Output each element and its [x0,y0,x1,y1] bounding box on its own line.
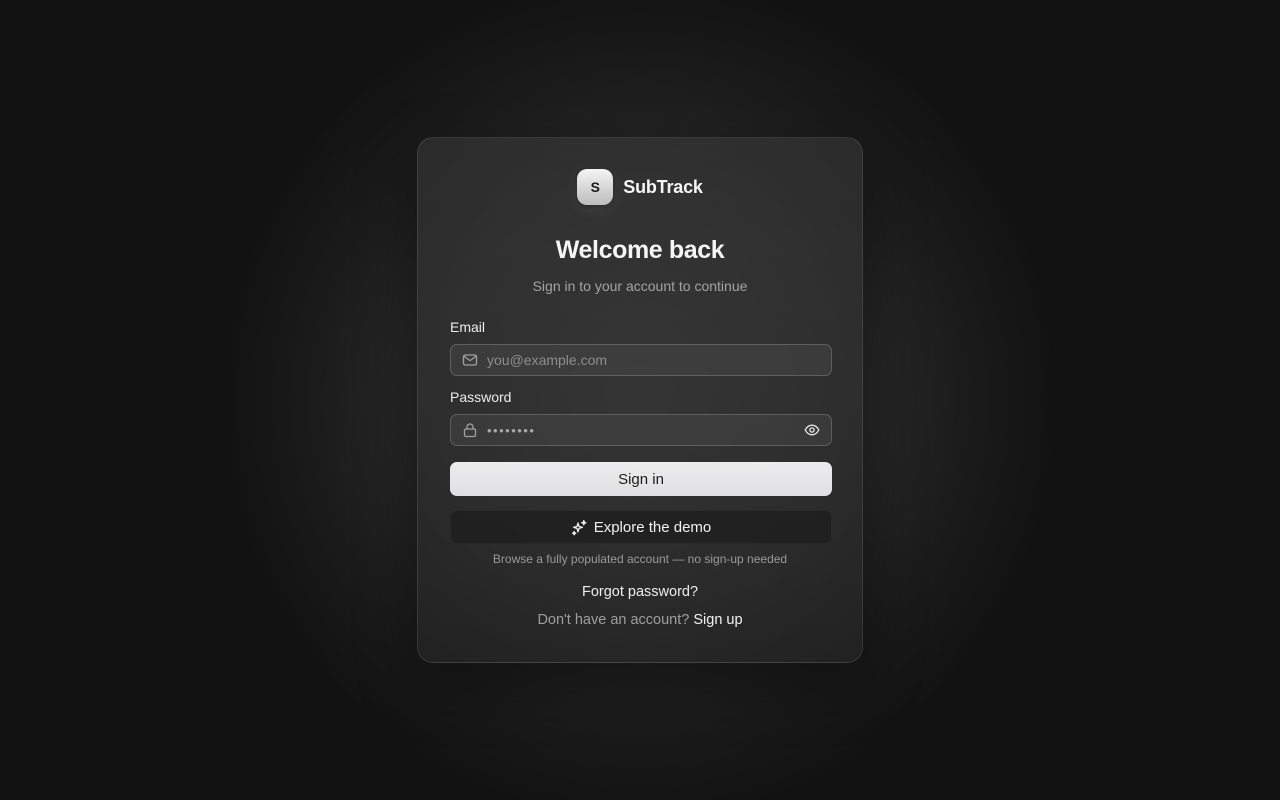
brand-logo: S [577,169,614,205]
password-input[interactable]: •••••••• [487,423,803,438]
brand-name: SubTrack [623,176,703,197]
lock-icon [462,422,478,438]
eye-icon[interactable] [803,421,821,439]
sign-up-link[interactable]: Sign up [693,612,742,628]
sparkles-icon [571,519,588,536]
password-label: Password [450,389,512,405]
email-input[interactable] [487,345,821,375]
explore-demo-button[interactable]: Explore the demo [450,510,832,544]
demo-hint: Browse a fully populated account — no si… [492,552,788,566]
no-account-text: Don't have an account? [537,612,690,628]
signup-row: Don't have an account? Sign up [418,612,862,628]
brand: S SubTrack [418,169,862,205]
page-subtitle: Sign in to your account to continue [532,278,748,294]
sign-in-button[interactable]: Sign in [450,462,832,496]
forgot-password-row: Forgot password? [418,584,862,600]
explore-demo-label: Explore the demo [593,518,712,536]
mail-icon [462,352,478,368]
email-label: Email [450,319,486,335]
login-card: S SubTrack Welcome back Sign in to your … [417,137,863,663]
password-field-wrapper[interactable]: •••••••• [450,414,832,446]
email-field-wrapper[interactable] [450,344,832,376]
page-title: Welcome back [555,236,725,264]
forgot-password-link[interactable]: Forgot password? [582,584,698,600]
